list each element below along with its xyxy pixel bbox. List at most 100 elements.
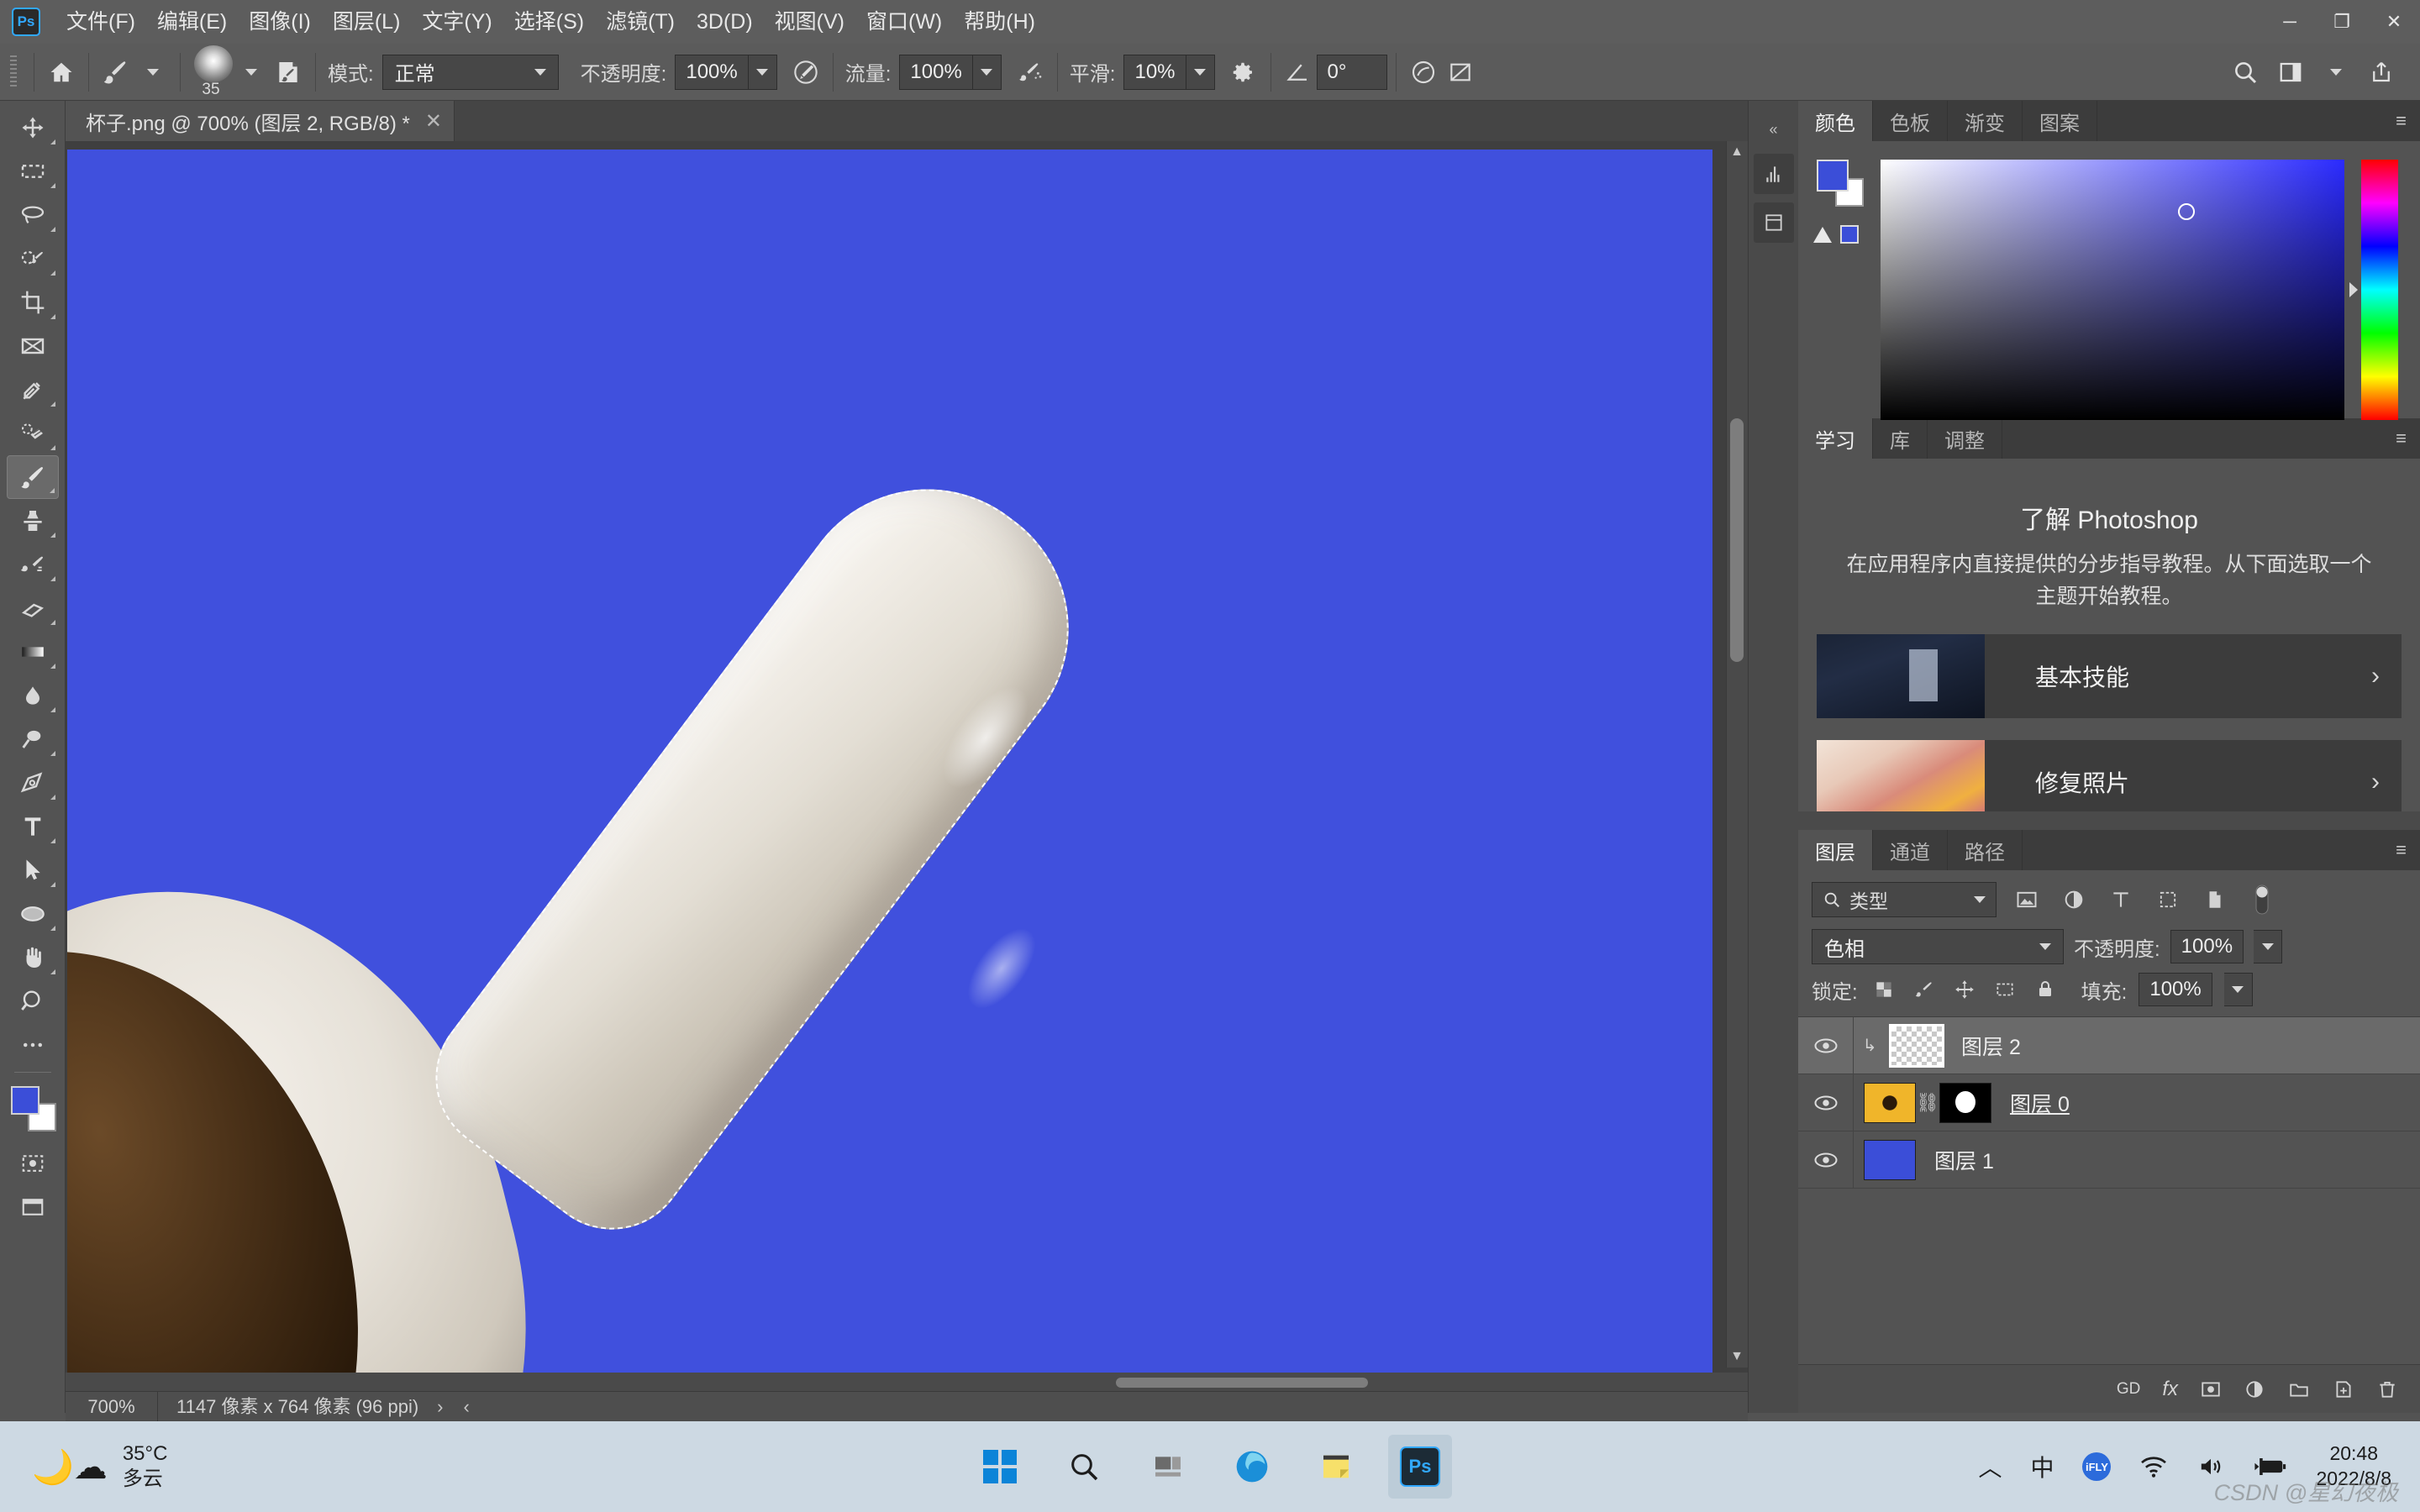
brush-preset-icon[interactable] bbox=[97, 54, 134, 91]
pressure-opacity-icon[interactable] bbox=[787, 54, 824, 91]
sticky-notes-button[interactable] bbox=[1304, 1435, 1368, 1499]
warning-triangle-icon[interactable] bbox=[1813, 226, 1832, 243]
filter-toggle-switch[interactable] bbox=[2245, 883, 2279, 916]
histogram-icon[interactable] bbox=[1753, 154, 1794, 194]
menu-view[interactable]: 视图(V) bbox=[764, 0, 855, 44]
tab-paths[interactable]: 路径 bbox=[1948, 830, 2023, 870]
ime-chinese-icon[interactable]: 中 bbox=[2030, 1450, 2054, 1483]
chevron-right-icon[interactable]: › bbox=[2371, 768, 2380, 796]
foreground-color-swatch[interactable] bbox=[10, 1086, 39, 1115]
edge-button[interactable] bbox=[1220, 1435, 1284, 1499]
table-row[interactable]: ↳ 图层 2 bbox=[1798, 1016, 2420, 1074]
layer-name[interactable]: 图层 1 bbox=[1934, 1145, 1994, 1175]
move-tool[interactable] bbox=[7, 106, 59, 150]
layer-filter-select[interactable]: 类型 bbox=[1812, 882, 1996, 917]
start-button[interactable] bbox=[968, 1435, 1032, 1499]
tab-patterns[interactable]: 图案 bbox=[2023, 101, 2097, 141]
ifly-icon[interactable]: iFLY bbox=[2082, 1452, 2112, 1481]
blur-tool[interactable] bbox=[7, 674, 59, 717]
canvas-area[interactable]: ▲ ▼ bbox=[66, 141, 1748, 1393]
type-layer-filter-icon[interactable] bbox=[2104, 883, 2138, 916]
layer-style-icon[interactable]: fx bbox=[2162, 1378, 2178, 1401]
tutorial-card-basics[interactable]: 基本技能 › bbox=[1817, 634, 2402, 718]
tutorial-card-retouch[interactable]: 修复照片 › bbox=[1817, 740, 2402, 811]
adjustment-layer-icon[interactable] bbox=[2244, 1378, 2265, 1400]
frame-tool[interactable] bbox=[7, 324, 59, 368]
pen-tool[interactable] bbox=[7, 761, 59, 805]
pixel-layer-filter-icon[interactable] bbox=[2010, 883, 2044, 916]
collapse-panels-icon[interactable]: « bbox=[1769, 121, 1777, 139]
home-icon[interactable] bbox=[43, 54, 80, 91]
tab-adjustments[interactable]: 调整 bbox=[1928, 418, 2002, 459]
layer-fill-chevron-down-icon[interactable] bbox=[2223, 973, 2253, 1006]
tab-color[interactable]: 颜色 bbox=[1798, 101, 1873, 141]
menu-select[interactable]: 选择(S) bbox=[503, 0, 595, 44]
search-button[interactable] bbox=[1052, 1435, 1116, 1499]
menu-window[interactable]: 窗口(W) bbox=[855, 0, 953, 44]
share-icon[interactable] bbox=[2363, 54, 2400, 91]
horizontal-type-tool[interactable] bbox=[7, 805, 59, 848]
dodge-tool[interactable] bbox=[7, 717, 59, 761]
brush-size-chevron-down-icon[interactable] bbox=[233, 54, 270, 91]
canvas-vertical-scrollbar[interactable]: ▲ ▼ bbox=[1726, 141, 1748, 1368]
tab-gradients[interactable]: 渐变 bbox=[1948, 101, 2023, 141]
weather-widget[interactable]: 🌙☁ 35°C 多云 bbox=[32, 1441, 167, 1492]
menu-3d[interactable]: 3D(D) bbox=[686, 0, 764, 44]
layer-fill-input[interactable]: 100% bbox=[2139, 973, 2212, 1006]
layer-opacity-input[interactable]: 100% bbox=[2170, 930, 2244, 963]
blend-mode-select[interactable]: 正常 bbox=[381, 54, 559, 90]
wifi-icon[interactable] bbox=[2139, 1455, 2168, 1478]
lasso-tool[interactable] bbox=[7, 193, 59, 237]
document-tab[interactable]: 杯子.png @ 700% (图层 2, RGB/8) * ✕ bbox=[66, 101, 455, 141]
lock-transparent-pixels-icon[interactable] bbox=[1870, 975, 1898, 1004]
layer-visibility-toggle[interactable] bbox=[1798, 1016, 1854, 1074]
layer-mask-icon[interactable] bbox=[2200, 1378, 2222, 1400]
symmetry-icon[interactable] bbox=[1405, 54, 1442, 91]
zoom-tool[interactable] bbox=[7, 979, 59, 1023]
tab-channels[interactable]: 通道 bbox=[1873, 830, 1948, 870]
menu-filter[interactable]: 滤镜(T) bbox=[595, 0, 686, 44]
hand-tool[interactable] bbox=[7, 936, 59, 979]
hue-slider[interactable] bbox=[2361, 160, 2398, 420]
color-swatch-pair[interactable] bbox=[1817, 160, 1864, 207]
link-layers-icon[interactable]: GD bbox=[2117, 1380, 2141, 1399]
flow-chevron-down-icon[interactable] bbox=[972, 54, 1002, 90]
panel-menu-icon[interactable]: ≡ bbox=[2382, 101, 2420, 141]
menu-file[interactable]: 文件(F) bbox=[55, 0, 146, 44]
status-prev-icon[interactable]: ‹ bbox=[464, 1396, 470, 1418]
shape-layer-filter-icon[interactable] bbox=[2151, 883, 2185, 916]
smoothing-input[interactable]: 10% bbox=[1123, 54, 1186, 90]
tab-libraries[interactable]: 库 bbox=[1873, 418, 1928, 459]
scrollbar-thumb-horizontal[interactable] bbox=[1116, 1378, 1368, 1388]
zoom-level[interactable]: 700% bbox=[66, 1391, 158, 1422]
layer-blend-mode-select[interactable]: 色相 bbox=[1812, 929, 2064, 964]
hue-slider-marker[interactable] bbox=[2349, 282, 2358, 297]
menu-type[interactable]: 文字(Y) bbox=[411, 0, 502, 44]
ellipse-tool[interactable] bbox=[7, 892, 59, 936]
gradient-tool[interactable] bbox=[7, 630, 59, 674]
panel-menu-icon[interactable]: ≡ bbox=[2382, 418, 2420, 459]
maximize-button[interactable]: ❐ bbox=[2316, 0, 2368, 44]
new-layer-icon[interactable] bbox=[2333, 1378, 2354, 1400]
menu-help[interactable]: 帮助(H) bbox=[953, 0, 1046, 44]
brush-preset-chevron-down-icon[interactable] bbox=[134, 54, 171, 91]
layer-visibility-toggle[interactable] bbox=[1798, 1131, 1854, 1189]
quick-selection-tool[interactable] bbox=[7, 237, 59, 281]
canvas-horizontal-scrollbar[interactable] bbox=[66, 1373, 1748, 1393]
chevron-up-icon[interactable]: ▲ bbox=[1728, 143, 1746, 161]
layer-thumbnail[interactable] bbox=[1864, 1139, 1916, 1180]
more-tools[interactable] bbox=[7, 1023, 59, 1067]
layer-thumbnail[interactable] bbox=[1889, 1023, 1944, 1068]
brush-settings-icon[interactable] bbox=[270, 54, 307, 91]
task-view-button[interactable] bbox=[1136, 1435, 1200, 1499]
lock-all-icon[interactable] bbox=[2031, 975, 2060, 1004]
screen-mode-icon[interactable] bbox=[7, 1185, 59, 1229]
eyedropper-tool[interactable] bbox=[7, 368, 59, 412]
layer-name[interactable]: 图层 0 bbox=[2010, 1088, 2070, 1118]
layer-mask-link-icon[interactable]: ⛓ bbox=[1916, 1092, 1939, 1114]
table-row[interactable]: ⛓ 图层 0 bbox=[1798, 1074, 2420, 1131]
opacity-input[interactable]: 100% bbox=[675, 54, 749, 90]
eraser-tool[interactable] bbox=[7, 586, 59, 630]
photoshop-button[interactable]: Ps bbox=[1388, 1435, 1452, 1499]
chevron-up-icon[interactable]: ︿ bbox=[1978, 1450, 2002, 1483]
